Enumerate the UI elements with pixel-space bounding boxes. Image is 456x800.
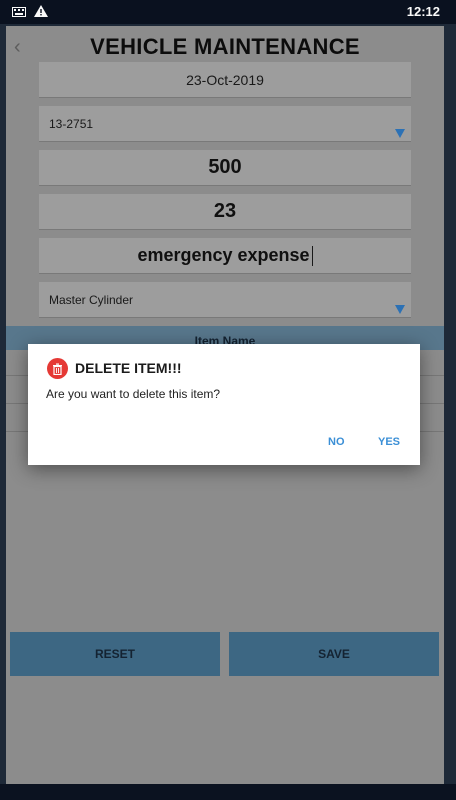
delete-item-dialog: DELETE ITEM!!! Are you want to delete th… xyxy=(28,344,420,465)
dialog-message: Are you want to delete this item? xyxy=(46,387,221,401)
no-button[interactable]: NO xyxy=(328,436,345,448)
trash-icon xyxy=(47,358,68,379)
navigation-bar xyxy=(0,784,456,800)
dialog-title: DELETE ITEM!!! xyxy=(75,360,182,376)
yes-button[interactable]: YES xyxy=(378,436,400,448)
